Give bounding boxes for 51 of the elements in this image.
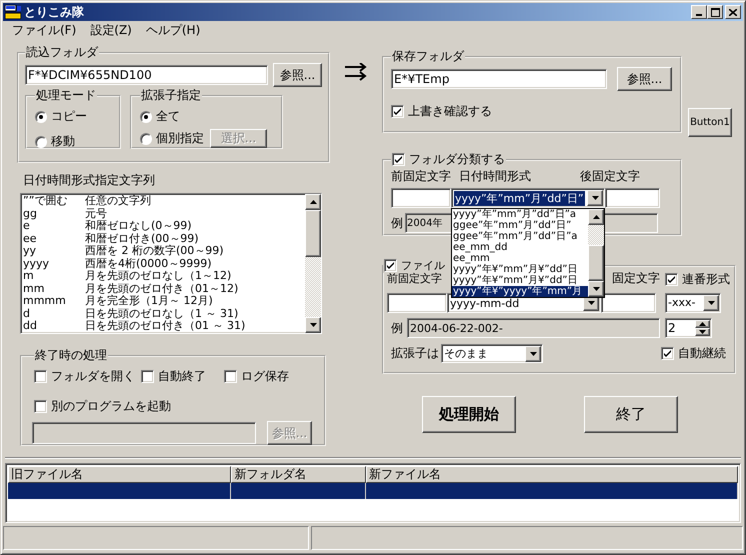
format-description: 和暦ゼロ付き(00～99) [85,232,199,244]
group-title: 拡張子指定 [140,87,202,104]
format-description: 月を完全形（1月～ 12月) [85,295,213,308]
format-description: 西暦を 2 桁の数字(00～99) [85,245,224,258]
group-title: 保存フォルダ [391,48,465,65]
example-field: 2004-06-22-002- [407,318,660,338]
format-description: 任意の文字列 [85,195,151,208]
checkbox-label: 自動終了 [158,368,206,385]
checkbox-label: 連番形式 [682,270,730,288]
group-title: 処理モード [35,87,97,104]
format-code: yy [23,245,38,258]
format-description: 日を先頭のゼロ付き（01 ～ 31) [85,320,246,332]
window-title: とりこみ隊 [24,4,85,20]
radio-label: 全て [156,108,180,125]
field-label: 固定文字 [612,270,661,287]
field-label: 例 [391,320,403,336]
format-description: 日を先頭のゼロなし（1 ～ 31) [85,308,238,320]
format-description: 月を先頭のゼロなし（1～12) [85,270,232,282]
format-description: 和暦ゼロなし(0～99) [85,220,192,232]
field-label: 後固定文字 [580,168,640,185]
format-code: mm [23,282,46,295]
radio-label: 移動 [51,133,75,150]
checkbox-label: 自動継続 [678,345,726,362]
radio-label: コピー [51,108,87,125]
field-label: 前固定文字 [387,271,442,286]
format-code: ””で囲む [23,195,68,208]
format-code: d [23,308,31,320]
format-description: 月を先頭のゼロ付き（01～12) [85,282,238,294]
field-label: 拡張子は [391,345,439,362]
field-label: 前固定文字 [391,168,452,185]
format-code: yyyy [23,258,50,270]
field-label: 日付時間形式 [459,168,532,185]
format-code: dd [23,320,38,332]
format-code: gg [23,208,38,220]
checkbox-label: 上書き確認する [408,103,492,120]
field-label: 例 [391,214,403,232]
format-code: mmmm [23,295,67,308]
checkbox-label: ファイル [401,258,445,272]
checkbox-label: 別のプログラムを起動 [51,398,171,415]
checkbox-label: フォルダ分類する [409,151,505,168]
format-code: m [23,270,34,282]
checkbox-label: フォルダを開く [51,368,135,385]
format-description: 元号 [85,208,107,220]
list-title: 日付時間形式指定文字列 [23,172,156,189]
format-description: 西暦を4桁(0000～9999) [85,258,212,270]
checkbox-label: ログ保存 [241,368,289,385]
group-title: 終了時の処理 [34,347,108,364]
radio-label: 個別指定 [156,130,204,147]
format-code: e [23,220,30,232]
format-code: ee [23,232,38,245]
group-title: 読込フォルダ [25,44,99,61]
